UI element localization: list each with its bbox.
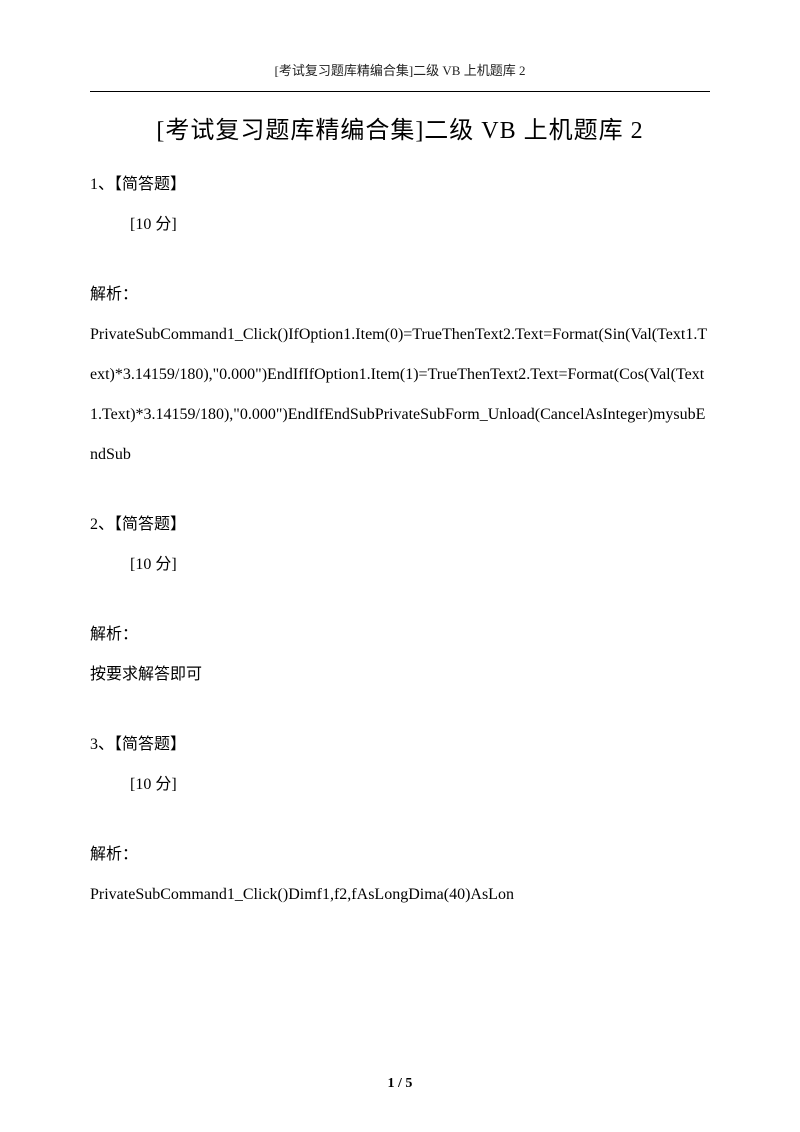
analysis-text: 按要求解答即可 [90,655,710,695]
page-header: [考试复习题库精编合集]二级 VB 上机题库 2 [90,60,710,92]
question-score: [10 分] [90,765,710,805]
page-number: 1 / 5 [388,1076,413,1091]
page-title: [考试复习题库精编合集]二级 VB 上机题库 2 [90,110,710,145]
question-number: 3、【简答题】 [90,725,710,765]
question-number: 2、【简答题】 [90,505,710,545]
analysis-text: PrivateSubCommand1_Click()IfOption1.Item… [90,315,710,475]
content-body: 1、【简答题】 [10 分] 解析： PrivateSubCommand1_Cl… [90,165,710,915]
question-number: 1、【简答题】 [90,165,710,205]
question-block: 3、【简答题】 [10 分] 解析： PrivateSubCommand1_Cl… [90,725,710,915]
question-score: [10 分] [90,205,710,245]
analysis-label: 解析： [90,275,710,315]
question-block: 2、【简答题】 [10 分] 解析： 按要求解答即可 [90,505,710,695]
title-text: [考试复习题库精编合集]二级 VB 上机题库 2 [156,118,643,144]
analysis-label: 解析： [90,615,710,655]
question-block: 1、【简答题】 [10 分] 解析： PrivateSubCommand1_Cl… [90,165,710,475]
page-footer: 1 / 5 [0,1076,800,1092]
question-score: [10 分] [90,545,710,585]
analysis-text: PrivateSubCommand1_Click()Dimf1,f2,fAsLo… [90,875,710,915]
header-text: [考试复习题库精编合集]二级 VB 上机题库 2 [275,63,526,78]
analysis-label: 解析： [90,835,710,875]
